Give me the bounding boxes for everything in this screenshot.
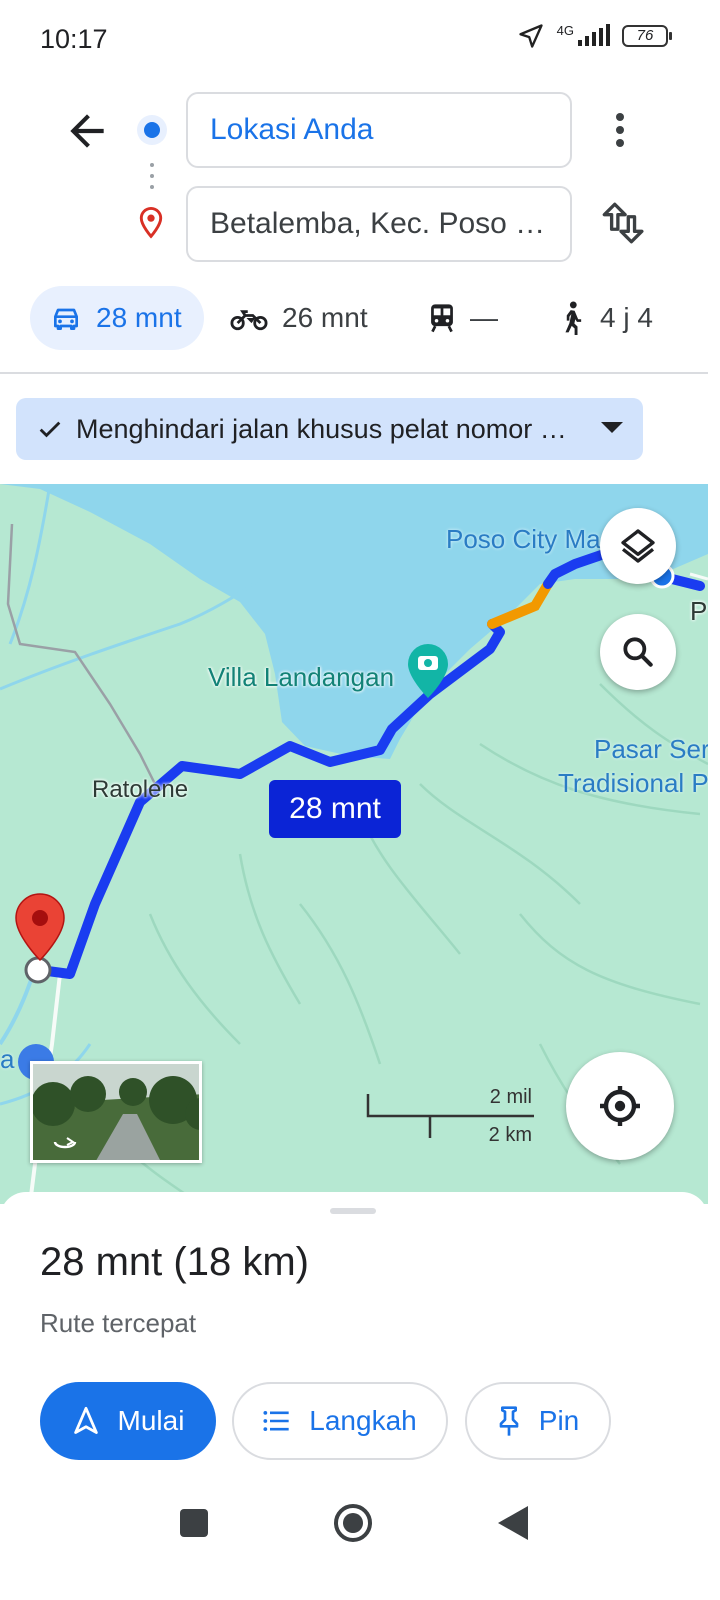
travel-mode-tabs: 28 mnt 26 mnt — 4 j 4 (30, 286, 720, 350)
network-type: 4G (556, 22, 574, 38)
route-options-label: Menghindari jalan khusus pelat nomor gan… (76, 413, 574, 444)
arrow-back-icon (70, 114, 104, 148)
walk-icon (565, 301, 582, 335)
more-options-button[interactable] (598, 106, 642, 154)
route-subtitle: Rute tercepat (40, 1308, 197, 1338)
start-label: Mulai (117, 1405, 185, 1436)
car-icon (54, 308, 78, 330)
route-summary: 28 mnt (18 km) (40, 1240, 309, 1284)
origin-dot-icon (137, 115, 167, 145)
destination-input[interactable]: Betalemba, Kec. Poso Pesisir, Kabupaten … (186, 186, 572, 262)
street-view-image (33, 1064, 199, 1160)
map-label-pasar-line2: Tradisional P (558, 768, 708, 798)
destination-pin-icon (139, 206, 163, 239)
my-location-button[interactable] (566, 1052, 674, 1160)
map-scale: 2 mil 2 km (366, 1084, 536, 1146)
map-view[interactable]: Poso City Ma P Villa Landangan Pasar Ser… (0, 484, 708, 1204)
map-label-edge-p: P (690, 596, 708, 626)
tab-car[interactable]: 28 mnt (30, 286, 204, 350)
list-icon (263, 1410, 289, 1432)
steps-label: Langkah (309, 1405, 417, 1436)
steps-button[interactable]: Langkah (232, 1382, 448, 1460)
location-arrow-icon (518, 24, 543, 48)
transit-icon (431, 304, 453, 333)
status-bar: 10:17 4G 76 (0, 0, 720, 78)
tab-transit[interactable]: — (428, 286, 498, 350)
more-vert-icon (616, 113, 624, 147)
origin-input[interactable]: Lokasi Anda (186, 92, 572, 168)
divider (0, 372, 708, 374)
map-label-edge-a: a (0, 1044, 15, 1074)
back-button[interactable] (62, 106, 112, 156)
check-icon (39, 421, 61, 438)
swap-vert-icon (602, 202, 644, 244)
dropdown-arrow-icon (601, 422, 623, 433)
tab-walk[interactable]: 4 j 4 (558, 286, 653, 350)
scale-imperial: 2 mil (489, 1086, 532, 1108)
status-time: 10:17 (40, 24, 108, 54)
search-icon (623, 637, 653, 667)
pin-label: Pin (538, 1405, 580, 1436)
tab-motorcycle[interactable]: 26 mnt (230, 286, 368, 350)
walk-duration: 4 j 4 (600, 302, 653, 333)
map-label-villa-landangan[interactable]: Villa Landangan (208, 662, 394, 693)
street-view-thumbnail[interactable] (30, 1061, 202, 1163)
pin-button[interactable]: Pin (465, 1382, 611, 1460)
system-navigation-bar (0, 1492, 720, 1600)
scale-metric: 2 km (488, 1124, 532, 1146)
my-location-icon (600, 1086, 640, 1126)
map-label-poso-city: Poso City Ma (446, 524, 601, 554)
route-details-sheet[interactable]: 28 mnt (18 km) Rute tercepat Mulai Langk… (0, 1192, 708, 1492)
map-label-pasar-line1: Pasar Ser (594, 734, 708, 764)
pin-icon (499, 1406, 519, 1436)
motorcycle-icon (230, 310, 268, 331)
map-label-ratolene: Ratolene (92, 776, 189, 803)
map-search-button[interactable] (600, 614, 676, 690)
layers-icon (621, 529, 655, 563)
route-options-chip[interactable]: Menghindari jalan khusus pelat nomor gan… (16, 398, 643, 460)
car-duration: 28 mnt (96, 302, 182, 333)
layers-button[interactable] (600, 508, 676, 584)
recents-icon[interactable] (177, 1506, 211, 1540)
battery-icon: 76 (622, 25, 672, 47)
start-button[interactable]: Mulai (40, 1382, 216, 1460)
sheet-drag-handle[interactable] (330, 1208, 376, 1214)
home-icon[interactable] (332, 1502, 374, 1544)
motorcycle-duration: 26 mnt (282, 302, 368, 333)
route-connector (150, 163, 154, 193)
back-nav-icon[interactable] (496, 1504, 530, 1542)
signal-icon (578, 24, 610, 46)
navigation-icon (73, 1406, 98, 1434)
swap-button[interactable] (596, 198, 646, 248)
route-duration-badge[interactable]: 28 mnt (269, 780, 401, 838)
transit-duration: — (470, 302, 498, 333)
status-icons: 4G 76 (517, 22, 672, 50)
